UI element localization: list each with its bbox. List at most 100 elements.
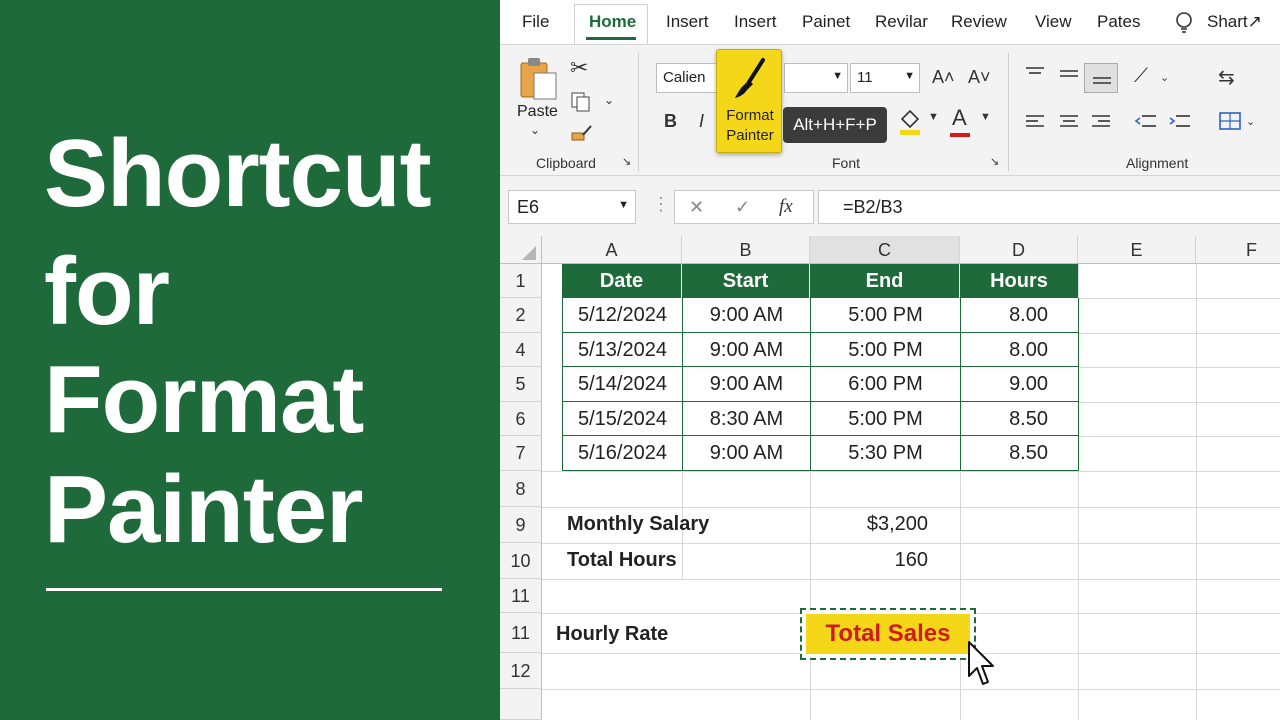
table-cell-hours[interactable]: 8.00: [961, 333, 1079, 367]
total-sales-cell[interactable]: Total Sales: [800, 608, 976, 660]
total-hours-label[interactable]: Total Hours: [567, 549, 677, 572]
row-header[interactable]: 6: [500, 402, 542, 436]
row-header[interactable]: 1: [500, 264, 542, 298]
format-painter-small-icon[interactable]: [570, 123, 594, 145]
table-cell-start[interactable]: 8:30 AM: [683, 402, 811, 436]
table-cell-start[interactable]: 9:00 AM: [683, 367, 811, 402]
column-header-a[interactable]: A: [542, 236, 682, 264]
formula-input[interactable]: =B2/B3: [818, 190, 1280, 224]
column-header-c[interactable]: C: [810, 236, 960, 264]
align-top-icon[interactable]: [1024, 65, 1046, 81]
column-header-b[interactable]: B: [682, 236, 810, 264]
monthly-salary-value[interactable]: $3,200: [810, 513, 928, 536]
row-header[interactable]: 4: [500, 333, 542, 367]
table-cell-date[interactable]: 5/15/2024: [563, 402, 683, 436]
grow-font-icon[interactable]: A˄: [932, 67, 955, 88]
name-box[interactable]: E6 ▼: [508, 190, 636, 224]
tab-painet[interactable]: Painet: [802, 12, 850, 32]
paste-label[interactable]: Paste: [517, 103, 558, 121]
monthly-salary-label[interactable]: Monthly Salary: [567, 513, 709, 536]
tell-me-search[interactable]: Shart↗: [1207, 12, 1262, 32]
table-cell-hours[interactable]: 8.00: [961, 298, 1079, 333]
tab-review[interactable]: Review: [951, 12, 1007, 32]
bold-button[interactable]: B: [664, 111, 677, 132]
align-left-icon[interactable]: [1024, 113, 1046, 131]
clipboard-launcher-icon[interactable]: ↘: [622, 155, 631, 168]
wrap-text-icon[interactable]: ⇆: [1218, 65, 1235, 90]
row-header[interactable]: 12: [500, 653, 542, 689]
fill-color-dropdown-icon[interactable]: ▼: [928, 111, 939, 123]
table-cell-date[interactable]: 5/12/2024: [563, 298, 683, 333]
enter-icon[interactable]: ✓: [735, 197, 750, 218]
row-header[interactable]: 11: [500, 613, 542, 653]
format-painter-button[interactable]: Format Painter: [716, 49, 782, 153]
orientation-icon[interactable]: ⟋: [1134, 65, 1148, 88]
tab-revilar[interactable]: Revilar: [875, 12, 928, 32]
column-header-e[interactable]: E: [1078, 236, 1196, 264]
orientation-dropdown-icon[interactable]: ⌄: [1160, 71, 1169, 84]
copy-dropdown-chevron-icon[interactable]: ⌄: [604, 93, 614, 107]
row-header[interactable]: 11: [500, 579, 542, 613]
cancel-entry-icon[interactable]: ✕: [689, 197, 704, 218]
table-cell-start[interactable]: 9:00 AM: [683, 298, 811, 333]
font-name-select-dropdown[interactable]: ▼: [784, 63, 848, 93]
merge-center-icon[interactable]: [1218, 111, 1242, 131]
align-right-icon[interactable]: [1090, 113, 1112, 131]
decrease-indent-icon[interactable]: [1134, 113, 1158, 131]
tab-insert[interactable]: Insert: [666, 12, 709, 32]
paste-icon[interactable]: [518, 55, 558, 101]
column-header-d[interactable]: D: [960, 236, 1078, 264]
table-header-start[interactable]: Start: [682, 264, 810, 298]
tab-pates[interactable]: Pates: [1097, 12, 1140, 32]
table-cell-date[interactable]: 5/16/2024: [563, 436, 683, 471]
tab-home[interactable]: Home: [589, 12, 636, 32]
row-header-empty[interactable]: [500, 689, 542, 720]
lightbulb-icon[interactable]: [1174, 11, 1194, 35]
row-header[interactable]: 10: [500, 543, 542, 579]
font-name-select[interactable]: Calien: [656, 63, 718, 93]
table-cell-end[interactable]: 6:00 PM: [811, 367, 961, 402]
font-launcher-icon[interactable]: ↘: [990, 155, 999, 168]
font-size-select[interactable]: 11 ▼: [850, 63, 920, 93]
row-header[interactable]: 2: [500, 298, 542, 333]
select-all-corner[interactable]: [500, 236, 542, 264]
tab-file[interactable]: File: [522, 12, 549, 32]
table-cell-date[interactable]: 5/13/2024: [563, 333, 683, 367]
table-header-end[interactable]: End: [810, 264, 960, 298]
insert-function-icon[interactable]: fx: [779, 196, 793, 218]
total-hours-value[interactable]: 160: [810, 549, 928, 572]
row-header[interactable]: 7: [500, 436, 542, 471]
table-cell-hours[interactable]: 9.00: [961, 367, 1079, 402]
merge-dropdown-icon[interactable]: ⌄: [1246, 115, 1255, 128]
table-cell-start[interactable]: 9:00 AM: [683, 436, 811, 471]
row-header[interactable]: 5: [500, 367, 542, 402]
table-cell-end[interactable]: 5:00 PM: [811, 298, 961, 333]
font-color-icon[interactable]: A: [950, 105, 970, 137]
row-header[interactable]: 8: [500, 471, 542, 507]
row-header[interactable]: 9: [500, 507, 542, 543]
table-cell-start[interactable]: 9:00 AM: [683, 333, 811, 367]
tab-view[interactable]: View: [1035, 12, 1072, 32]
align-middle-icon[interactable]: [1058, 67, 1080, 83]
table-cell-end[interactable]: 5:30 PM: [811, 436, 961, 471]
paste-dropdown-chevron-icon[interactable]: ⌄: [530, 123, 540, 137]
column-header-f[interactable]: F: [1196, 236, 1280, 264]
table-cell-hours[interactable]: 8.50: [961, 436, 1079, 471]
table-header-date[interactable]: Date: [562, 264, 682, 298]
cut-icon[interactable]: ✂: [570, 55, 588, 81]
shrink-font-icon[interactable]: A˅: [968, 67, 991, 88]
table-cell-date[interactable]: 5/14/2024: [563, 367, 683, 402]
increase-indent-icon[interactable]: [1168, 113, 1192, 131]
align-center-icon[interactable]: [1058, 113, 1080, 131]
table-header-hours[interactable]: Hours: [960, 264, 1078, 298]
table-cell-end[interactable]: 5:00 PM: [811, 402, 961, 436]
table-cell-hours[interactable]: 8.50: [961, 402, 1079, 436]
italic-button[interactable]: I: [699, 111, 704, 132]
align-bottom-button[interactable]: [1084, 63, 1118, 93]
hourly-rate-label[interactable]: Hourly Rate: [556, 623, 668, 646]
fill-color-icon[interactable]: [898, 107, 922, 137]
font-color-dropdown-icon[interactable]: ▼: [980, 111, 991, 123]
table-cell-end[interactable]: 5:00 PM: [811, 333, 961, 367]
copy-icon[interactable]: [570, 91, 592, 113]
tab-insert-2[interactable]: Insert: [734, 12, 777, 32]
